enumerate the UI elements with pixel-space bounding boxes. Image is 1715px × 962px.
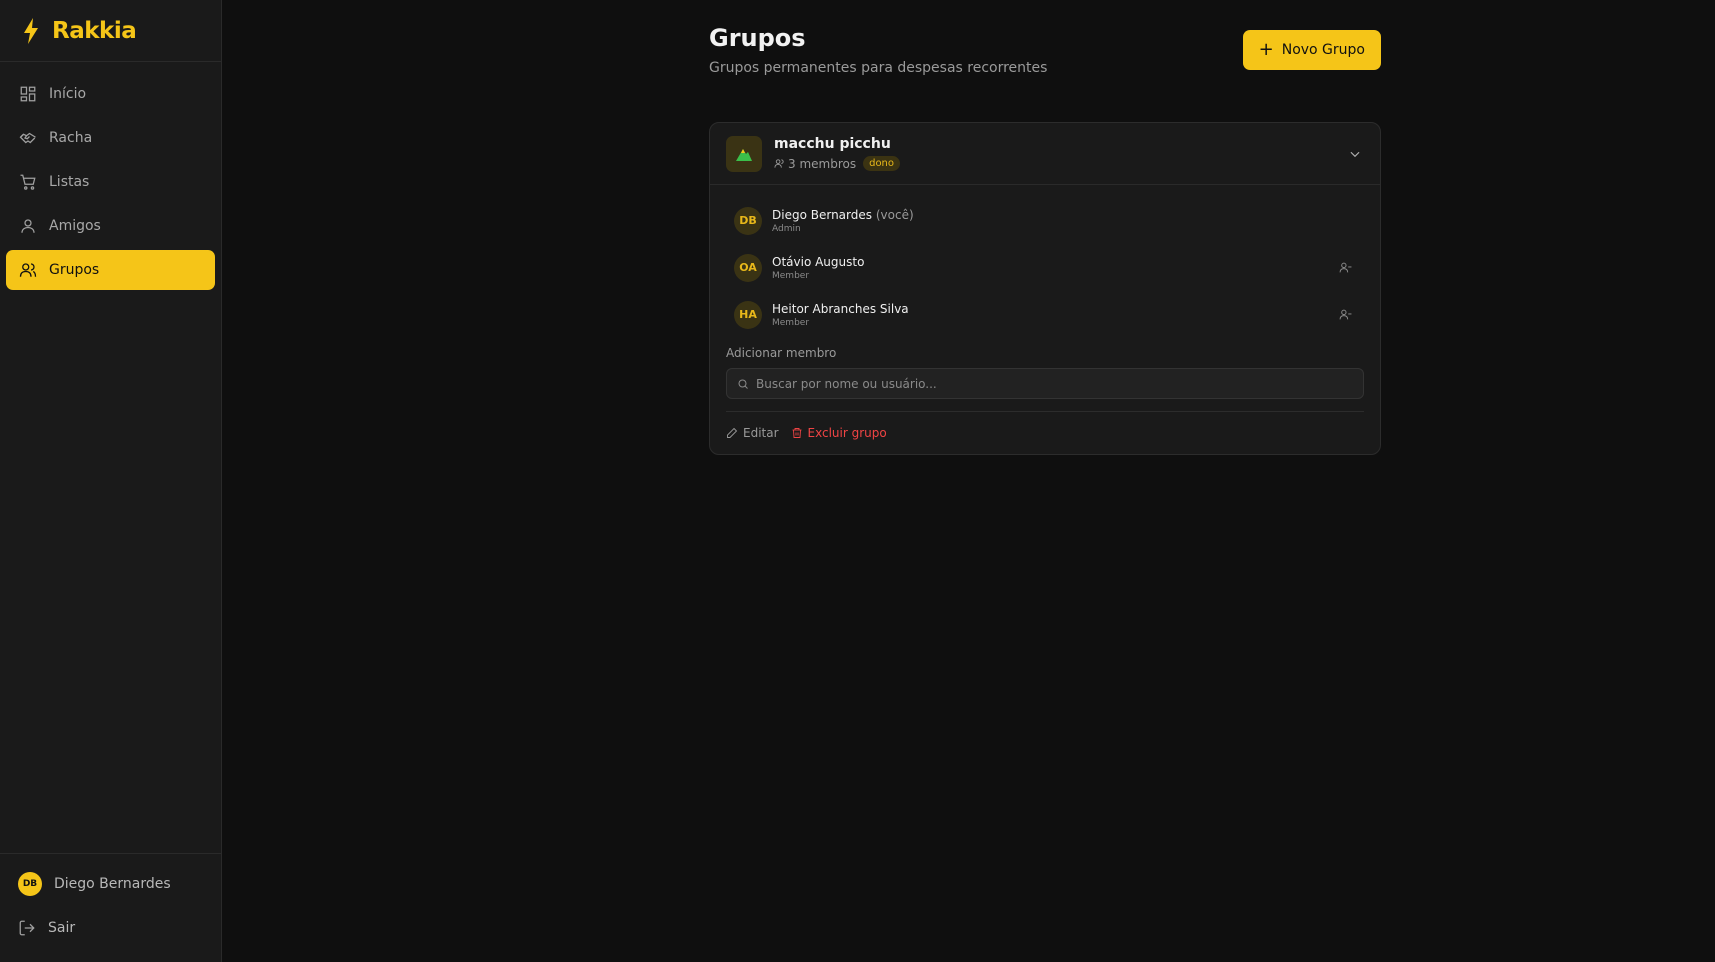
trash-icon bbox=[792, 428, 802, 438]
member-name: Diego Bernardes (você) bbox=[772, 208, 914, 222]
member-role: Admin bbox=[772, 223, 801, 234]
plus-icon: + bbox=[1258, 39, 1274, 60]
member-list: DB Diego Bernardes (você) Admin OA Otávi… bbox=[710, 185, 1380, 454]
sidebar-item-label: Início bbox=[49, 86, 87, 102]
group-meta: 3 membros dono bbox=[774, 156, 901, 171]
mountain-icon bbox=[736, 148, 752, 161]
logo[interactable]: Rakkia bbox=[0, 0, 221, 62]
sidebar-item-label: Listas bbox=[49, 174, 90, 190]
app-name: Rakkia bbox=[52, 17, 137, 44]
new-group-label: Novo Grupo bbox=[1281, 42, 1365, 58]
you-tag: (você) bbox=[875, 207, 914, 222]
handshake-icon bbox=[19, 132, 36, 144]
page-header: Grupos Grupos permanentes para despesas … bbox=[709, 22, 1381, 102]
remove-member-icon[interactable] bbox=[1339, 261, 1352, 274]
list-item: HA Heitor Abranches Silva Member bbox=[726, 291, 1364, 338]
main-content: Grupos Grupos permanentes para despesas … bbox=[709, 22, 1381, 455]
user-name: Diego Bernardes bbox=[54, 876, 171, 892]
group-icon bbox=[726, 135, 762, 172]
page-title: Grupos bbox=[709, 24, 806, 52]
new-group-button[interactable]: + Novo Grupo bbox=[1242, 30, 1381, 70]
cart-icon bbox=[20, 174, 36, 190]
sidebar-item-label: Racha bbox=[49, 130, 93, 146]
delete-label: Excluir grupo bbox=[807, 426, 887, 440]
user-profile[interactable]: DB Diego Bernardes bbox=[0, 864, 221, 904]
sidebar-item-inicio[interactable]: Início bbox=[6, 74, 215, 114]
sidebar-item-label: Amigos bbox=[49, 218, 101, 234]
member-name-text: Diego Bernardes bbox=[772, 207, 873, 222]
remove-member-icon[interactable] bbox=[1339, 308, 1352, 321]
group-card: macchu picchu 3 membros dono DB Diego Be… bbox=[709, 122, 1381, 455]
logout-icon bbox=[19, 920, 35, 936]
search-input[interactable] bbox=[756, 376, 1356, 391]
edit-button[interactable]: Editar bbox=[726, 426, 779, 440]
add-member-label: Adicionar membro bbox=[726, 346, 837, 360]
member-role: Member bbox=[772, 317, 810, 328]
logout-button[interactable]: Sair bbox=[0, 908, 221, 948]
sidebar-footer: DB Diego Bernardes Sair bbox=[0, 853, 221, 962]
edit-label: Editar bbox=[743, 426, 779, 440]
group-actions: Editar Excluir grupo bbox=[726, 412, 1364, 454]
list-item: OA Otávio Augusto Member bbox=[726, 244, 1364, 291]
users-icon bbox=[774, 159, 784, 168]
avatar: OA bbox=[734, 253, 762, 282]
owner-badge: dono bbox=[863, 156, 901, 171]
sidebar-item-amigos[interactable]: Amigos bbox=[6, 206, 215, 246]
member-name: Otávio Augusto bbox=[772, 254, 865, 269]
avatar: DB bbox=[734, 206, 762, 235]
avatar: HA bbox=[734, 300, 762, 329]
member-name: Heitor Abranches Silva bbox=[772, 301, 909, 316]
sidebar-nav: Início Racha Listas Amigos Grupos bbox=[0, 62, 221, 290]
avatar: DB bbox=[18, 872, 42, 896]
logout-label: Sair bbox=[48, 920, 76, 936]
delete-group-button[interactable]: Excluir grupo bbox=[791, 426, 887, 440]
page-subtitle: Grupos permanentes para despesas recorre… bbox=[709, 60, 1048, 76]
search-icon bbox=[738, 379, 748, 389]
list-item: DB Diego Bernardes (você) Admin bbox=[726, 197, 1364, 244]
sidebar-item-grupos[interactable]: Grupos bbox=[6, 250, 215, 290]
users-icon bbox=[19, 263, 37, 277]
group-name: macchu picchu bbox=[774, 136, 891, 152]
sidebar-item-listas[interactable]: Listas bbox=[6, 162, 215, 202]
member-count: 3 membros bbox=[788, 156, 857, 171]
pencil-icon bbox=[727, 427, 738, 438]
member-role: Member bbox=[772, 270, 810, 281]
lightning-icon bbox=[24, 17, 38, 44]
sidebar-item-label: Grupos bbox=[49, 262, 100, 278]
grid-icon bbox=[20, 86, 36, 102]
chevron-down-icon[interactable] bbox=[1348, 147, 1362, 161]
sidebar: Rakkia Início Racha Listas Amigos Grupos… bbox=[0, 0, 222, 962]
user-icon bbox=[21, 219, 35, 233]
sidebar-item-racha[interactable]: Racha bbox=[6, 118, 215, 158]
group-card-header[interactable]: macchu picchu 3 membros dono bbox=[710, 123, 1380, 185]
member-search bbox=[726, 368, 1364, 399]
